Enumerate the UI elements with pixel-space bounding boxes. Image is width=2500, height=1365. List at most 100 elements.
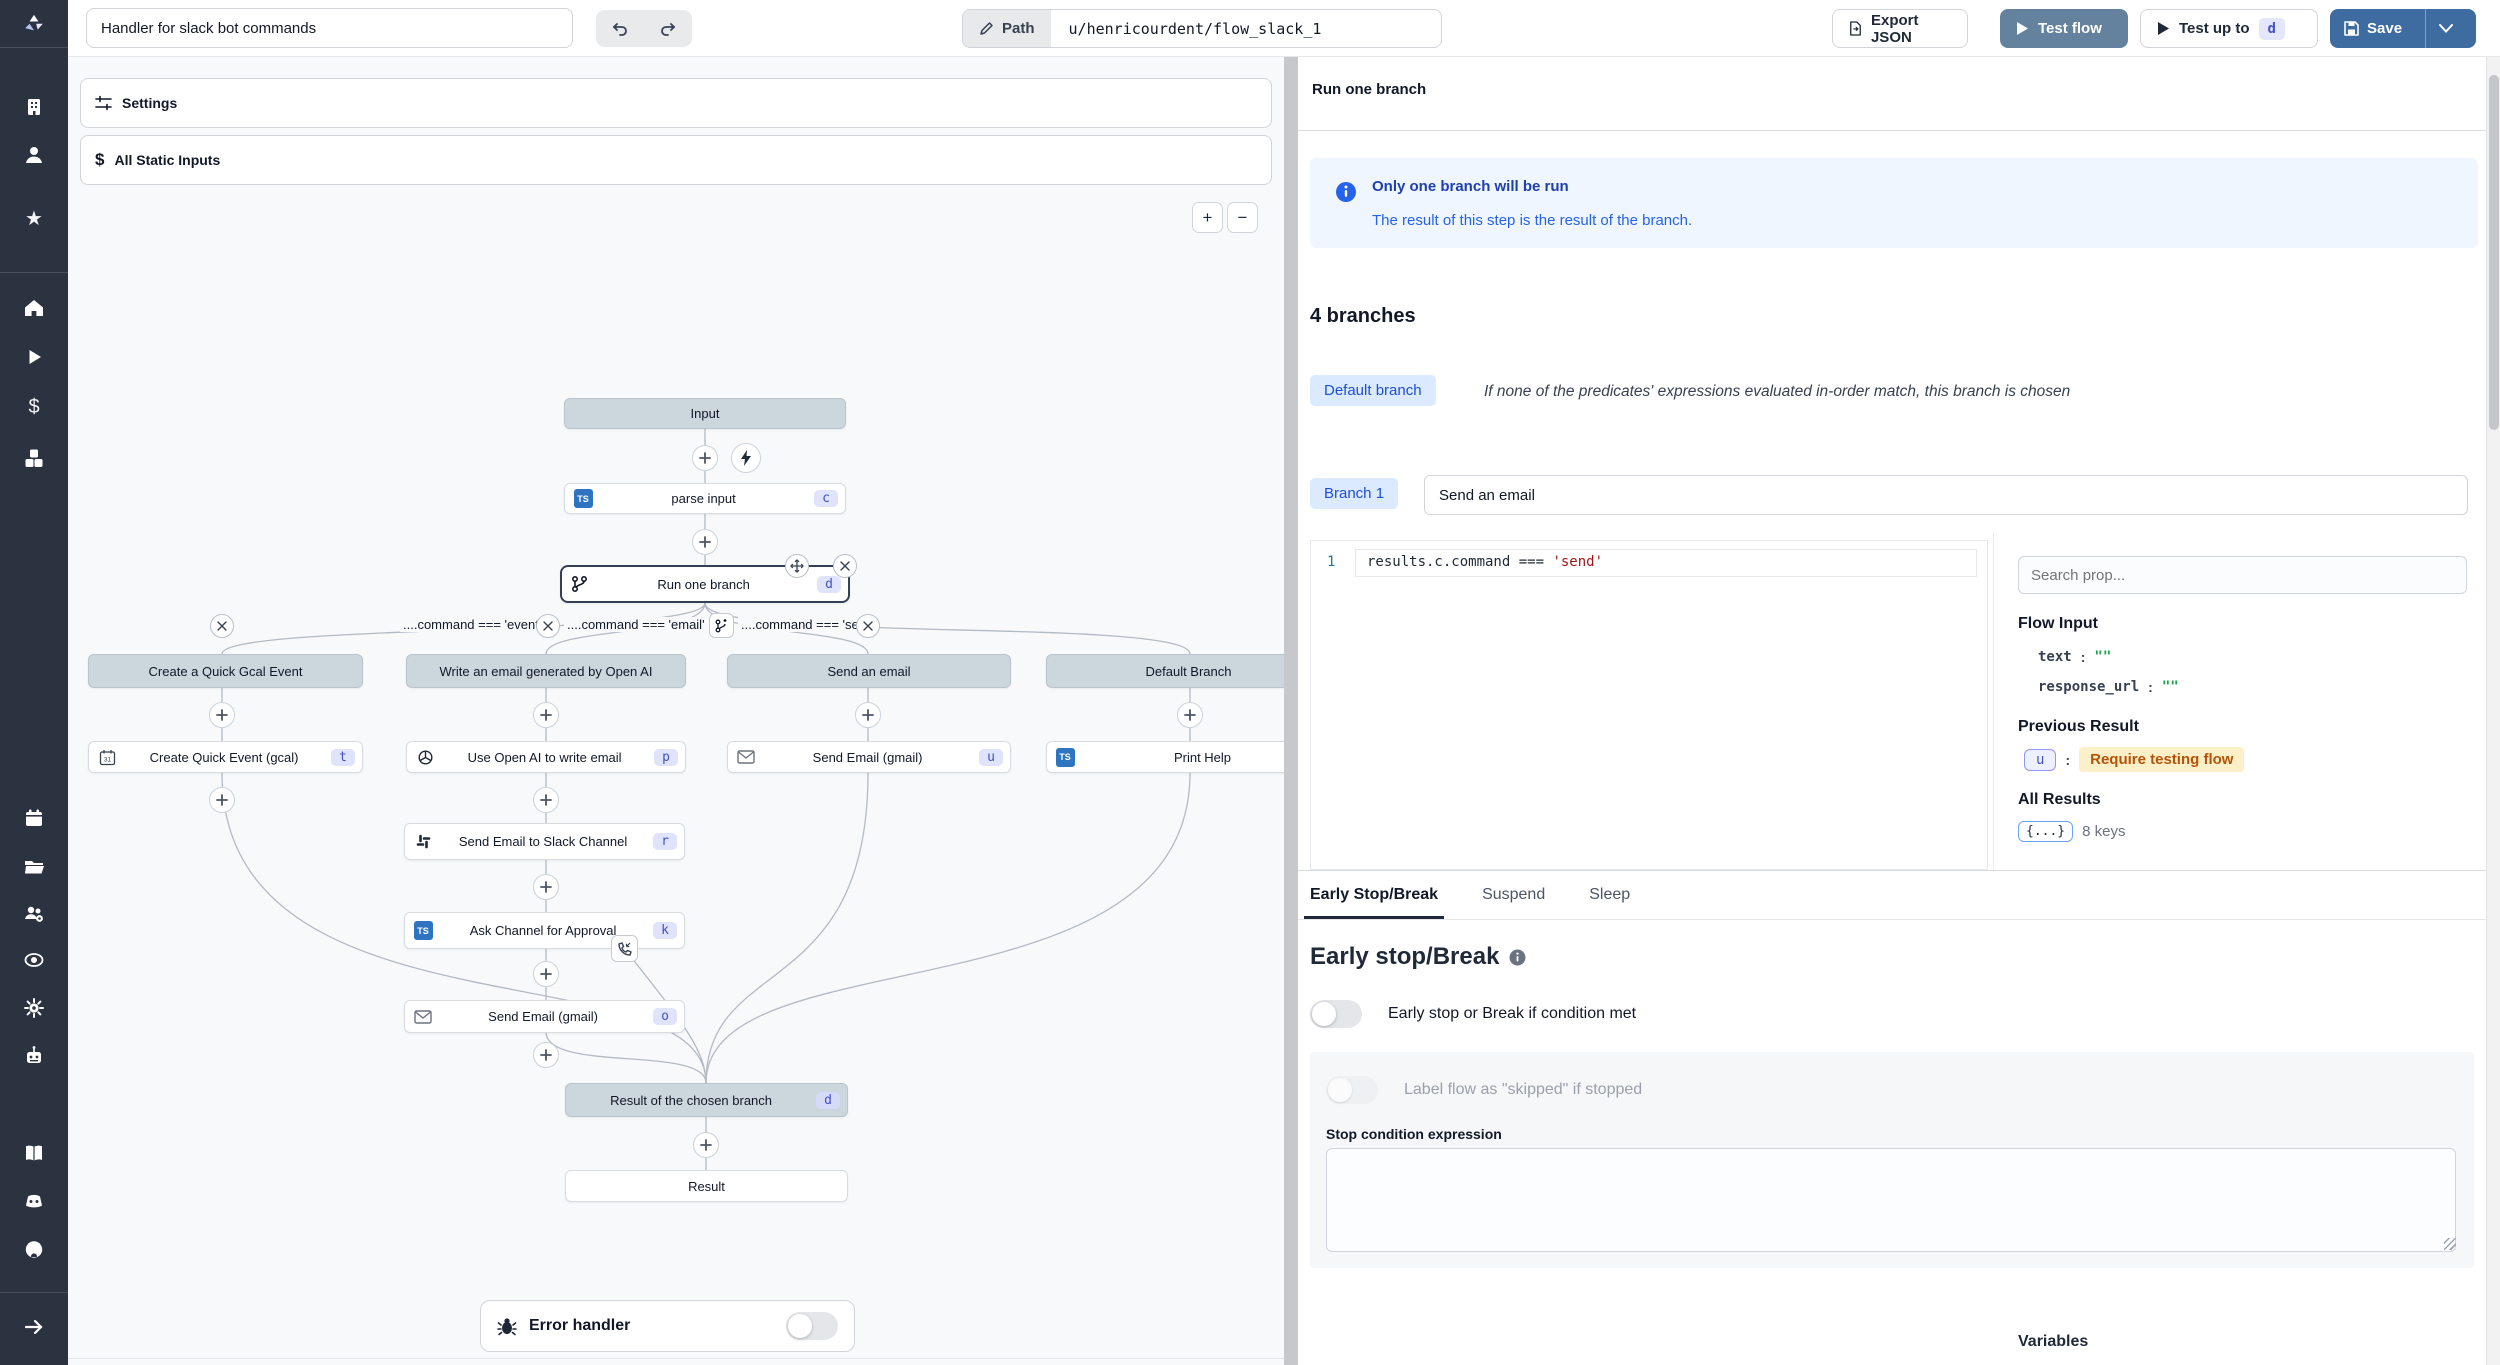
add-step-button[interactable]	[693, 1132, 719, 1158]
step-id-badge: p	[654, 749, 678, 766]
textarea-resize-grip[interactable]	[2444, 1238, 2456, 1250]
add-step-button[interactable]	[209, 787, 235, 813]
settings-gear-icon[interactable]	[17, 991, 51, 1025]
audit-eye-icon[interactable]	[17, 943, 51, 977]
branch-1-chip[interactable]: Branch 1	[1310, 478, 1398, 509]
node-result-of-branch[interactable]: Result of the chosen branch d	[565, 1083, 848, 1117]
add-step-button[interactable]	[533, 702, 559, 728]
branch-header[interactable]: Create a Quick Gcal Event	[88, 654, 363, 688]
discord-icon[interactable]	[17, 1184, 51, 1218]
window-scrollbar[interactable]	[2486, 57, 2500, 1365]
prop-row[interactable]: text : ""	[2038, 649, 2111, 665]
predicate-code-editor[interactable]: 1 results.c.command === 'send'	[1310, 540, 1988, 870]
home-icon[interactable]	[17, 291, 51, 325]
remove-branch-button[interactable]	[856, 614, 880, 638]
zoom-out-button[interactable]: −	[1227, 202, 1258, 233]
add-step-button[interactable]	[209, 702, 235, 728]
add-step-button[interactable]	[692, 529, 718, 555]
scrollbar-thumb[interactable]	[2489, 75, 2499, 430]
default-branch-chip[interactable]: Default branch	[1310, 375, 1436, 406]
save-dropdown-button[interactable]	[2425, 9, 2465, 48]
all-static-inputs-bar[interactable]: $ All Static Inputs	[80, 135, 1272, 185]
search-prop-input[interactable]	[2018, 556, 2467, 594]
prop-value: ""	[2094, 649, 2111, 665]
branch-header[interactable]: Default Branch	[1046, 654, 1284, 688]
zoom-in-button[interactable]: +	[1192, 202, 1223, 233]
undo-button[interactable]	[596, 10, 644, 47]
groups-users-icon[interactable]	[17, 897, 51, 931]
node-input[interactable]: Input	[564, 398, 846, 429]
error-handler-toggle[interactable]	[786, 1312, 838, 1340]
all-results-row[interactable]: {...} 8 keys	[2018, 821, 2126, 842]
node-result[interactable]: Result	[565, 1170, 848, 1202]
add-step-button[interactable]	[855, 702, 881, 728]
panel-title: Run one branch	[1312, 81, 1426, 98]
path-label[interactable]: Path	[963, 10, 1051, 47]
stop-condition-textarea[interactable]	[1326, 1148, 2456, 1252]
prop-row[interactable]: response_url : ""	[2038, 679, 2179, 695]
resources-cubes-icon[interactable]	[17, 441, 51, 475]
add-step-button[interactable]	[533, 874, 559, 900]
node-use-openai[interactable]: Use Open AI to write email p	[406, 741, 686, 773]
previous-result-row[interactable]: u : Require testing flow	[2024, 747, 2244, 772]
node-label: Use Open AI to write email	[435, 750, 654, 765]
tab-suspend[interactable]: Suspend	[1482, 871, 1545, 919]
test-up-to-button[interactable]: Test up to d	[2140, 9, 2318, 48]
path-value[interactable]: u/henricourdent/flow_slack_1	[1051, 10, 1441, 47]
flow-settings-bar[interactable]: Settings	[80, 78, 1272, 128]
editor-code-line[interactable]: results.c.command === 'send'	[1367, 554, 1603, 570]
step-id-chip[interactable]: u	[2024, 749, 2056, 771]
workspace-building-icon[interactable]	[17, 90, 51, 124]
redo-button[interactable]	[644, 10, 692, 47]
info-icon[interactable]	[1509, 949, 1526, 966]
flow-title-input[interactable]	[86, 8, 573, 48]
add-step-button[interactable]	[533, 787, 559, 813]
add-step-button[interactable]	[692, 445, 718, 471]
branch-name-input[interactable]	[1424, 475, 2468, 515]
branch-header[interactable]: Send an email	[727, 654, 1011, 688]
early-stop-toggle[interactable]	[1310, 1000, 1362, 1028]
docs-book-icon[interactable]	[17, 1136, 51, 1170]
variables-dollar-icon[interactable]: $	[17, 390, 51, 424]
node-send-email-gmail-2[interactable]: Send Email (gmail) o	[404, 1000, 685, 1033]
add-step-button[interactable]	[1177, 702, 1203, 728]
add-branch-button[interactable]	[709, 613, 734, 638]
remove-branch-button[interactable]	[210, 614, 234, 638]
branch-header[interactable]: Write an email generated by Open AI	[406, 654, 686, 688]
github-icon[interactable]	[17, 1232, 51, 1266]
error-handler-bar[interactable]: Error handler	[480, 1300, 855, 1352]
pane-resize-handle[interactable]	[1284, 57, 1298, 1365]
windmill-logo-icon[interactable]	[17, 6, 51, 40]
node-label: Run one branch	[590, 577, 817, 592]
tab-sleep[interactable]: Sleep	[1589, 871, 1630, 919]
delete-step-button[interactable]	[833, 554, 857, 578]
test-flow-button[interactable]: Test flow	[2000, 9, 2128, 48]
runs-play-icon[interactable]	[17, 340, 51, 374]
add-step-button[interactable]	[533, 961, 559, 987]
remove-branch-button[interactable]	[536, 614, 560, 638]
schedules-calendar-icon[interactable]	[17, 801, 51, 835]
node-send-email-slack[interactable]: Send Email to Slack Channel r	[404, 823, 685, 860]
node-create-quick-event[interactable]: 31 Create Quick Event (gcal) t	[88, 741, 363, 773]
label-skipped-toggle[interactable]	[1326, 1076, 1378, 1104]
favorites-star-icon[interactable]: ★	[17, 201, 51, 235]
collapse-arrow-icon[interactable]	[17, 1310, 51, 1344]
suspend-approval-icon	[611, 935, 638, 962]
node-parse-input[interactable]: TS parse input c	[564, 483, 846, 514]
save-button[interactable]: Save	[2330, 9, 2416, 48]
tab-early-stop-break[interactable]: Early Stop/Break	[1310, 871, 1438, 919]
add-step-button[interactable]	[533, 1042, 559, 1068]
object-expand-chip[interactable]: {...}	[2018, 821, 2073, 842]
trigger-bolt-button[interactable]	[731, 443, 761, 473]
node-send-email-gmail[interactable]: Send Email (gmail) u	[727, 741, 1011, 773]
export-json-button[interactable]: Export JSON	[1832, 9, 1968, 48]
user-icon[interactable]	[17, 138, 51, 172]
folders-icon[interactable]	[17, 849, 51, 883]
node-print-help[interactable]: TS Print Help	[1046, 741, 1284, 773]
path-editor[interactable]: Path u/henricourdent/flow_slack_1	[962, 9, 1442, 48]
step-id-badge: c	[814, 490, 838, 507]
ai-robot-icon[interactable]	[17, 1039, 51, 1073]
require-testing-flow-badge: Require testing flow	[2079, 747, 2244, 772]
node-ask-channel-approval[interactable]: TS Ask Channel for Approval k	[404, 912, 685, 949]
move-step-button[interactable]	[785, 554, 809, 578]
